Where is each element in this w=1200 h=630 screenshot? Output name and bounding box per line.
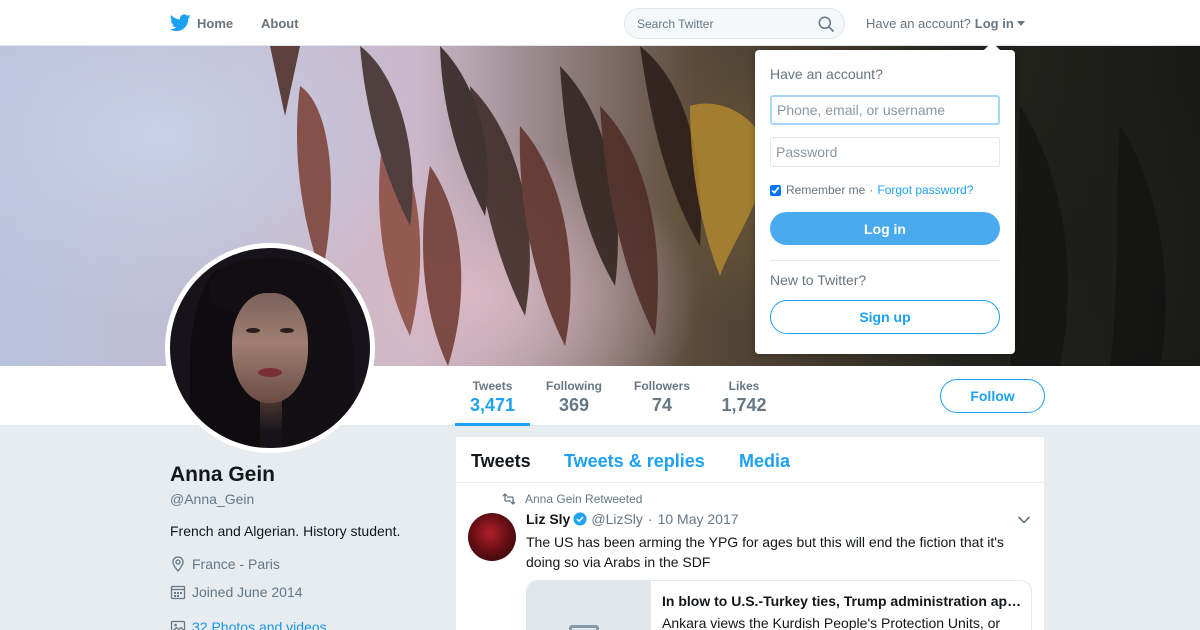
new-to-twitter-text: New to Twitter? — [770, 272, 867, 288]
profile-location: France - Paris — [170, 556, 280, 572]
login-toggle-label: Log in — [974, 15, 1014, 31]
card-thumbnail — [527, 581, 651, 630]
timeline: Tweets Tweets & replies Media Anna Gein … — [456, 437, 1044, 630]
stat-following-value: 369 — [558, 395, 590, 415]
card-description: Ankara views the Kurdish People's Protec… — [662, 615, 1001, 630]
link-preview-card[interactable]: In blow to U.S.-Turkey ties, Trump admin… — [526, 580, 1032, 630]
login-dropdown-toggle[interactable]: Log in — [975, 16, 1025, 31]
tweet-header: Liz Sly @LizSly · 10 May 2017 — [526, 511, 739, 527]
stat-likes-value: 1,742 — [721, 395, 767, 415]
search-box — [624, 8, 845, 39]
tweet-author-handle[interactable]: @LizSly — [591, 511, 643, 527]
stat-tweets-value: 3,471 — [469, 395, 516, 415]
profile-bio: French and Algerian. History student. — [170, 523, 401, 539]
top-navigation: Home About Have an account? Log in — [0, 0, 1200, 46]
timeline-tabs: Tweets Tweets & replies Media — [456, 437, 1044, 483]
twitter-bird-icon — [170, 14, 191, 32]
stat-likes[interactable]: Likes 1,742 — [718, 366, 770, 426]
nav-home-label: Home — [197, 15, 234, 31]
signup-button[interactable]: Sign up — [770, 300, 1000, 334]
nav-home-link[interactable]: Home — [170, 0, 233, 46]
retweet-context-text[interactable]: Anna Gein Retweeted — [525, 492, 642, 506]
username-field[interactable] — [770, 95, 1000, 125]
tweet-header-separator: · — [647, 511, 653, 527]
photo-icon — [170, 620, 186, 630]
login-dropdown: Have an account? Remember me · Forgot pa… — [755, 42, 1015, 354]
profile-photos-link[interactable]: 32 Photos and videos — [170, 619, 327, 630]
calendar-icon — [170, 585, 186, 600]
profile-name[interactable]: Anna Gein — [170, 463, 275, 487]
login-dropdown-title: Have an account? — [770, 66, 883, 82]
verified-badge-icon — [573, 512, 587, 526]
chevron-down-icon[interactable] — [1017, 515, 1031, 525]
tweet-author-avatar[interactable] — [468, 513, 516, 561]
avatar[interactable] — [165, 243, 375, 453]
profile-joined-text: Joined June 2014 — [192, 584, 303, 600]
account-area: Have an account? Log in — [866, 0, 1025, 46]
stat-likes-label: Likes — [728, 379, 760, 393]
search-input[interactable] — [637, 9, 807, 38]
profile-photos-text: 32 Photos and videos — [192, 619, 327, 630]
nav-about-link[interactable]: About — [261, 0, 299, 46]
tweet-text: The US has been arming the YPG for ages … — [526, 534, 1004, 570]
remember-separator: · — [869, 183, 874, 197]
stat-following-label: Following — [546, 379, 602, 393]
profile-location-text: France - Paris — [192, 556, 280, 572]
profile-handle[interactable]: @Anna_Gein — [170, 491, 254, 507]
chevron-down-icon — [1016, 20, 1025, 26]
tab-tweets[interactable]: Tweets — [471, 451, 531, 472]
tweet-author-name[interactable]: Liz Sly — [526, 511, 570, 527]
stat-following[interactable]: Following 369 — [542, 366, 606, 426]
tab-media[interactable]: Media — [739, 451, 790, 472]
card-title: In blow to U.S.-Turkey ties, Trump admin… — [662, 593, 1022, 609]
password-field[interactable] — [770, 137, 1000, 167]
avatar-image — [170, 248, 370, 448]
tweet-date[interactable]: 10 May 2017 — [658, 511, 739, 527]
location-pin-icon — [172, 556, 184, 572]
remember-me-label: Remember me — [786, 183, 866, 197]
stat-followers-label: Followers — [633, 379, 690, 393]
stat-followers-value: 74 — [651, 395, 673, 415]
image-placeholder-icon — [569, 625, 599, 630]
remember-me-checkbox[interactable] — [770, 184, 781, 196]
forgot-password-link[interactable]: Forgot password? — [877, 183, 973, 197]
retweet-icon — [502, 493, 516, 505]
follow-button[interactable]: Follow — [940, 379, 1045, 413]
have-account-text: Have an account? — [866, 15, 971, 31]
tab-tweets-replies[interactable]: Tweets & replies — [564, 451, 705, 472]
stat-followers[interactable]: Followers 74 — [630, 366, 694, 426]
search-icon[interactable] — [818, 16, 834, 32]
login-button[interactable]: Log in — [770, 212, 1000, 245]
retweet-context: Anna Gein Retweeted — [502, 492, 642, 506]
stat-tweets-label: Tweets — [472, 379, 513, 393]
remember-me: Remember me · Forgot password? — [770, 183, 973, 197]
dropdown-divider — [770, 260, 1000, 261]
profile-joined: Joined June 2014 — [170, 584, 303, 600]
stat-tweets[interactable]: Tweets 3,471 — [455, 366, 530, 426]
